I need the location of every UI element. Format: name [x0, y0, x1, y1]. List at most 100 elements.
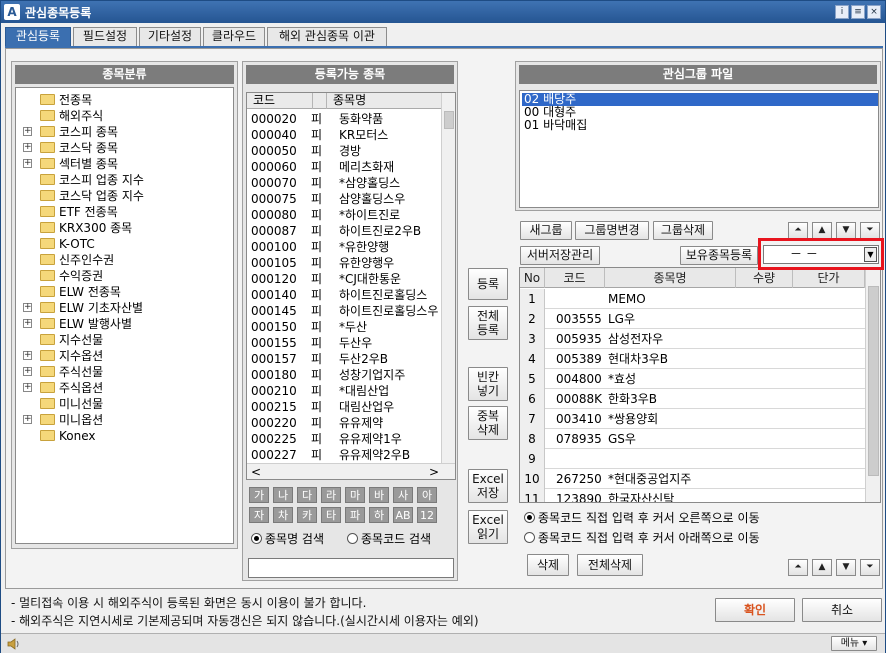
list-item[interactable]: 000087 피 하이트진로2우B [247, 223, 441, 239]
stocks-scroll-thumb[interactable] [444, 111, 454, 129]
key-button[interactable]: 자 [249, 507, 269, 523]
radio-search-by-code[interactable]: 종목코드 검색 [347, 532, 431, 546]
tree-node[interactable]: Konex [40, 428, 96, 444]
cancel-button[interactable]: 취소 [802, 598, 882, 622]
tree-node[interactable]: ETF 전종목 [40, 204, 118, 220]
expand-icon[interactable]: + [23, 143, 32, 152]
expand-icon[interactable]: + [23, 303, 32, 312]
key-button[interactable]: 가 [249, 487, 269, 503]
key-button[interactable]: 사 [393, 487, 413, 503]
key-button[interactable]: 라 [321, 487, 341, 503]
confirm-button[interactable]: 확인 [715, 598, 795, 622]
watchlist-scrollbar[interactable] [865, 268, 880, 502]
tree-node[interactable]: + ELW 발행사별 [23, 316, 132, 332]
list-item[interactable]: 000155 피 두산우 [247, 335, 441, 351]
tree-node[interactable]: 전종목 [40, 92, 92, 108]
table-row[interactable]: 9 [520, 449, 865, 469]
expand-icon[interactable]: + [23, 159, 32, 168]
register-all-button[interactable]: 전체 등록 [468, 306, 508, 340]
scroll-right-arrow[interactable]: > [429, 465, 439, 479]
group-item[interactable]: 01 바닥매집 [522, 119, 587, 132]
list-item[interactable]: 000150 피 *두산 [247, 319, 441, 335]
key-button[interactable]: 나 [273, 487, 293, 503]
tab-watchlist-register[interactable]: 관심등록 [5, 27, 71, 46]
row-move-down-button[interactable]: ▼ [836, 559, 856, 576]
move-down-button[interactable]: ▼ [836, 222, 856, 239]
expand-icon[interactable]: + [23, 127, 32, 136]
delete-all-button[interactable]: 전체삭제 [577, 554, 643, 576]
list-item[interactable]: 000040 피 KR모터스 [247, 127, 441, 143]
list-item[interactable]: 000070 피 *삼양홀딩스 [247, 175, 441, 191]
list-item[interactable]: 000215 피 대림산업우 [247, 399, 441, 415]
tree-node[interactable]: 코스닥 업종 지수 [40, 188, 144, 204]
list-item[interactable]: 000220 피 유유제약 [247, 415, 441, 431]
watchlist-grid[interactable]: No 코드 종목명 수량 단가 1 MEMO 2 003555 LG우 3 005935 삼성… [519, 267, 881, 503]
radio-search-by-name[interactable]: 종목명 검색 [251, 532, 324, 546]
key-button[interactable]: 아 [417, 487, 437, 503]
excel-save-button[interactable]: Excel 저장 [468, 469, 508, 503]
tree-node[interactable]: KRX300 종목 [40, 220, 132, 236]
key-button[interactable]: 차 [273, 507, 293, 523]
tree-node[interactable]: 코스피 업종 지수 [40, 172, 144, 188]
expand-icon[interactable]: + [23, 351, 32, 360]
tree-node[interactable]: 해외주식 [40, 108, 103, 124]
server-save-manage-button[interactable]: 서버저장관리 [520, 246, 600, 265]
list-item[interactable]: 000140 피 하이트진로홀딩스 [247, 287, 441, 303]
menu-dropdown-button[interactable]: 메뉴 ▾ [831, 636, 877, 651]
tree-node[interactable]: + 미니옵션 [23, 412, 103, 428]
table-row[interactable]: 6 00088K 한화3우B [520, 389, 865, 409]
speaker-icon[interactable] [7, 638, 21, 650]
tab-overseas-transfer[interactable]: 해외 관심종목 이관 [267, 27, 387, 46]
move-top-button[interactable]: ⏶ [788, 222, 808, 239]
list-item[interactable]: 000120 피 *CJ대한통운 [247, 271, 441, 287]
stocks-horizontal-scrollbar[interactable]: < > [247, 463, 455, 479]
move-up-button[interactable]: ▲ [812, 222, 832, 239]
info-button[interactable]: i [835, 5, 849, 19]
key-button[interactable]: 파 [345, 507, 365, 523]
tree-node[interactable]: 수익증권 [40, 268, 103, 284]
excel-read-button[interactable]: Excel 읽기 [468, 510, 508, 544]
delete-duplicate-button[interactable]: 중복 삭제 [468, 406, 508, 440]
stock-search-input[interactable] [248, 558, 454, 578]
key-button[interactable]: 다 [297, 487, 317, 503]
tree-node[interactable]: 미니선물 [40, 396, 103, 412]
radio-cursor-down[interactable]: 종목코드 직접 입력 후 커서 아래쪽으로 이동 [524, 531, 760, 545]
tree-node[interactable]: + ELW 기초자산별 [23, 300, 143, 316]
list-item[interactable]: 000050 피 경방 [247, 143, 441, 159]
key-button[interactable]: 마 [345, 487, 365, 503]
stocks-vertical-scrollbar[interactable] [441, 93, 455, 463]
list-item[interactable]: 000080 피 *하이트진로 [247, 207, 441, 223]
table-row[interactable]: 7 003410 *쌍용양회 [520, 409, 865, 429]
list-item[interactable]: 000020 피 동화약품 [247, 111, 441, 127]
watchlist-scroll-thumb[interactable] [868, 286, 879, 476]
tree-node[interactable]: ELW 전종목 [40, 284, 121, 300]
list-item[interactable]: 000180 피 성창기업지주 [247, 367, 441, 383]
tree-node[interactable]: + 섹터별 종목 [23, 156, 118, 172]
tab-cloud[interactable]: 클라우드 [203, 27, 265, 46]
list-item[interactable]: 000157 피 두산2우B [247, 351, 441, 367]
key-button[interactable]: 하 [369, 507, 389, 523]
row-move-bottom-button[interactable]: ⏷ [860, 559, 880, 576]
tree-node[interactable]: + 코스닥 종목 [23, 140, 118, 156]
list-item[interactable]: 000100 피 *유한양행 [247, 239, 441, 255]
tree-node[interactable]: 신주인수권 [40, 252, 114, 268]
insert-blank-button[interactable]: 빈칸 넣기 [468, 367, 508, 401]
expand-icon[interactable]: + [23, 383, 32, 392]
move-bottom-button[interactable]: ⏷ [860, 222, 880, 239]
list-item[interactable]: 000225 피 유유제약1우 [247, 431, 441, 447]
row-move-up-button[interactable]: ▲ [812, 559, 832, 576]
list-item[interactable]: 000060 피 메리츠화재 [247, 159, 441, 175]
list-item[interactable]: 000075 피 삼양홀딩스우 [247, 191, 441, 207]
list-item[interactable]: 000145 피 하이트진로홀딩스우 [247, 303, 441, 319]
delete-group-button[interactable]: 그룹삭제 [653, 221, 713, 240]
key-button[interactable]: AB [393, 507, 413, 523]
radio-cursor-right[interactable]: 종목코드 직접 입력 후 커서 오른쪽으로 이동 [524, 511, 760, 525]
category-tree[interactable]: 전종목 해외주식 + 코스피 종목 + 코스닥 종목 + 섹터별 종목 코스피 업종 지수 코스닥… [15, 87, 234, 544]
delete-button[interactable]: 삭제 [527, 554, 569, 576]
tree-node[interactable]: + 주식선물 [23, 364, 103, 380]
close-button[interactable]: × [867, 5, 881, 19]
key-button[interactable]: 바 [369, 487, 389, 503]
tab-field-settings[interactable]: 필드설정 [73, 27, 137, 46]
menu-button[interactable]: ≡ [851, 5, 865, 19]
list-item[interactable]: 000227 피 유유제약2우B [247, 447, 441, 463]
